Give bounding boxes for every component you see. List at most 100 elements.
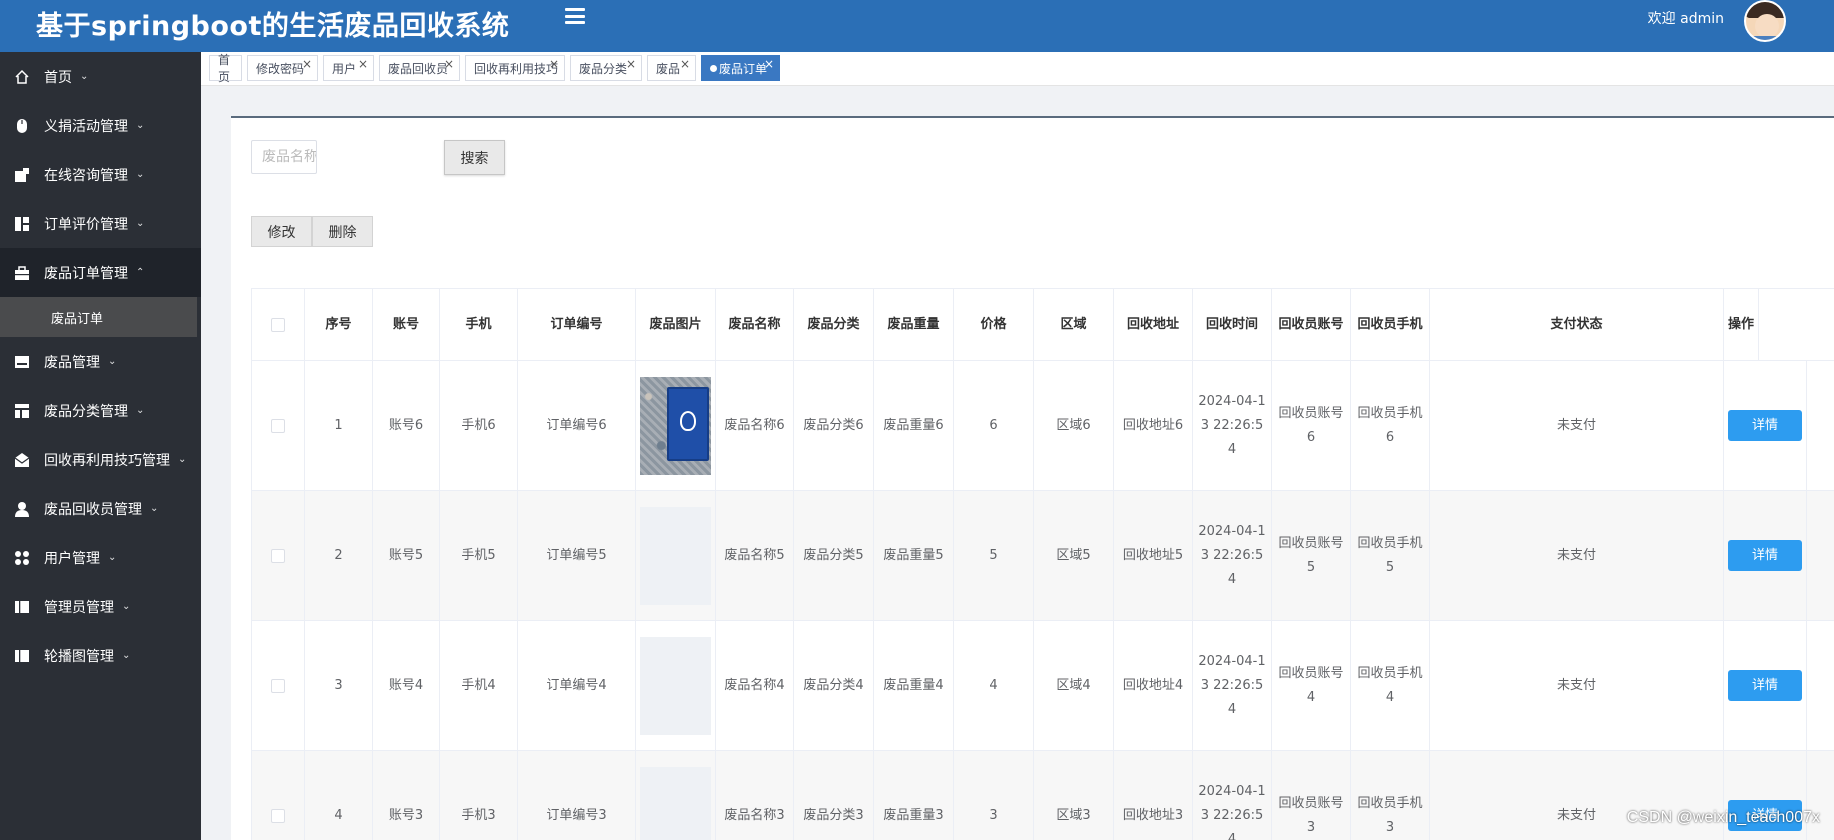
tab-0[interactable]: 首页 [209,53,242,84]
sidebar-item-label: 回收再利用技巧管理 [44,452,170,469]
cell-weight: 废品重量4 [874,621,954,750]
cell-phone: 手机6 [440,361,518,490]
sidebar-item-3[interactable]: 订单评价管理 ⌄ [0,199,201,248]
detail-button[interactable]: 详情 [1728,540,1802,571]
inbox-icon [14,354,30,370]
sidebar-item-0[interactable]: 首页 ⌄ [0,52,201,101]
close-icon[interactable]: × [680,57,690,71]
row-checkbox[interactable] [271,548,285,563]
waste-image[interactable] [640,376,711,475]
cell-order-no: 订单编号5 [518,491,636,620]
search-input[interactable]: 废品名称 [251,140,317,174]
waste-image[interactable] [640,636,711,735]
column-header: 回收时间 [1193,289,1272,360]
detail-button[interactable]: 详情 [1728,410,1802,441]
tab-3[interactable]: 废品回收员 × [379,55,460,81]
tab-6[interactable]: 废品 × [647,55,696,81]
sidebar-subitem-waste-order[interactable]: 废品订单 [0,297,197,337]
cell-collector-account: 回收员账号4 [1272,621,1351,750]
main-panel: 废品名称 搜索 修改 删除 序号 账号 手机 订单编号 废品图片 废品名称 废品分类 废品重量… [231,116,1834,840]
sidebar-item-6[interactable]: 废品分类管理 ⌄ [0,386,201,435]
sidebar-item-10[interactable]: 管理员管理 ⌄ [0,582,201,631]
sidebar-item-5[interactable]: 废品管理 ⌄ [0,337,201,386]
cell-category: 废品分类4 [794,621,874,750]
cell-time: 2024-04-13 22:26:54 [1193,491,1272,620]
close-icon[interactable]: × [549,57,559,71]
menu-toggle-icon[interactable] [565,8,585,24]
chat-icon [14,167,30,183]
sidebar-item-8[interactable]: 废品回收员管理 ⌄ [0,484,201,533]
cell-collector-phone: 回收员手机4 [1351,621,1430,750]
cell-pay-status: 未支付 [1430,491,1724,620]
row-checkbox[interactable] [271,678,285,693]
cell-area: 区域6 [1034,361,1114,490]
cell-weight: 废品重量6 [874,361,954,490]
home-icon [14,69,30,85]
column-header: 废品重量 [874,289,954,360]
chevron-icon: ⌄ [122,601,131,612]
table-row: 3 账号4 手机4 订单编号4 废品名称4 废品分类4 废品重量4 4 区域4 回收地址4 2024… [252,621,1834,751]
sidebar-item-7[interactable]: 回收再利用技巧管理 ⌄ [0,435,201,484]
cell-address: 回收地址5 [1114,491,1193,620]
chevron-icon: ⌄ [80,71,89,82]
sidebar-item-4[interactable]: 废品订单管理 ⌃ [0,248,201,297]
row-checkbox[interactable] [271,808,285,823]
cell-time: 2024-04-13 22:26:54 [1193,621,1272,750]
tab-7[interactable]: 废品订单 × [701,55,780,81]
cell-name: 废品名称5 [716,491,794,620]
delete-button[interactable]: 删除 [312,216,373,247]
sidebar-item-label: 废品分类管理 [44,403,128,420]
cell-weight: 废品重量5 [874,491,954,620]
tab-2[interactable]: 用户 × [323,55,374,81]
orders-table: 序号 账号 手机 订单编号 废品图片 废品名称 废品分类 废品重量 价格 区域 回收地址 回收时间 回收… [251,288,1834,840]
column-header: 订单编号 [518,289,636,360]
tab-label: 修改密码 [256,61,305,76]
close-icon[interactable]: × [302,57,312,71]
sidebar-item-label: 用户管理 [44,550,100,567]
cell-address: 回收地址3 [1114,751,1193,840]
edit-button[interactable]: 修改 [251,216,312,247]
chevron-icon: ⌄ [136,218,145,229]
column-header: 回收地址 [1114,289,1193,360]
close-icon[interactable]: × [444,57,454,71]
tab-4[interactable]: 回收再利用技巧 × [465,55,565,81]
cell-order-no: 订单编号4 [518,621,636,750]
cell-area: 区域3 [1034,751,1114,840]
close-icon[interactable]: × [358,57,368,71]
image-cell [636,621,716,750]
tab-1[interactable]: 修改密码 × [247,55,318,81]
tab-bar: 首页 修改密码 × 用户 × 废品回收员 × 回收再利用技巧 × 废品分类 × 废品 × 废品订单 × [201,52,1834,86]
sidebar-item-11[interactable]: 轮播图管理 ⌄ [0,631,201,680]
sidebar-item-1[interactable]: 义捐活动管理 ⌄ [0,101,201,150]
chevron-icon: ⌄ [136,169,145,180]
cell-account: 账号6 [373,361,440,490]
waste-image[interactable] [640,766,711,840]
sidebar-item-label: 废品管理 [44,354,100,371]
checkbox-cell [252,491,305,620]
close-icon[interactable]: × [764,57,774,71]
cell-index: 1 [305,361,373,490]
avatar[interactable] [1744,0,1786,42]
chevron-icon: ⌄ [108,552,117,563]
sidebar-item-9[interactable]: 用户管理 ⌄ [0,533,201,582]
detail-button[interactable]: 详情 [1728,670,1802,701]
table-row: 2 账号5 手机5 订单编号5 废品名称5 废品分类5 废品重量5 5 区域5 回收地址5 2024… [252,491,1834,621]
cell-collector-account: 回收员账号5 [1272,491,1351,620]
app-title: 基于springboot的生活废品回收系统 [36,11,510,42]
welcome-text: 欢迎 admin [1647,11,1724,27]
waste-image[interactable] [640,506,711,605]
select-all-checkbox[interactable] [271,317,285,332]
sidebar-item-2[interactable]: 在线咨询管理 ⌄ [0,150,201,199]
close-icon[interactable]: × [626,57,636,71]
cell-phone: 手机5 [440,491,518,620]
search-button[interactable]: 搜索 [444,140,505,175]
cell-name: 废品名称6 [716,361,794,490]
tab-5[interactable]: 废品分类 × [570,55,642,81]
image-cell [636,491,716,620]
tab-label: 废品回收员 [388,61,449,76]
checkbox-cell [252,621,305,750]
row-checkbox[interactable] [271,418,285,433]
table-row: 1 账号6 手机6 订单编号6 废品名称6 废品分类6 废品重量6 6 区域6 回收地址6 2024… [252,361,1834,491]
action-cell: 详情 [1724,491,1807,620]
image-cell [636,751,716,840]
